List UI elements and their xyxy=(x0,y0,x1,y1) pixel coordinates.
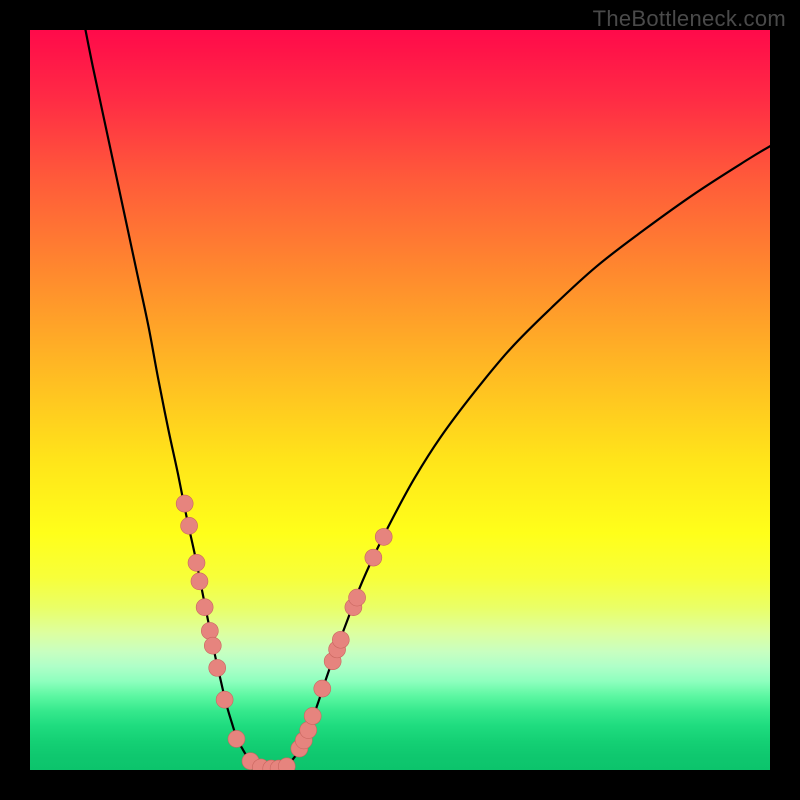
watermark-text: TheBottleneck.com xyxy=(593,6,786,32)
data-dot xyxy=(196,599,213,616)
data-dot xyxy=(314,680,331,697)
left-curve xyxy=(86,30,275,769)
data-dot xyxy=(375,528,392,545)
data-dot xyxy=(188,554,205,571)
data-dot xyxy=(304,707,321,724)
data-dot xyxy=(228,730,245,747)
dots-right-group xyxy=(270,528,392,770)
right-curve xyxy=(274,146,770,768)
data-dot xyxy=(349,589,366,606)
plot-area xyxy=(30,30,770,770)
data-dot xyxy=(365,549,382,566)
data-dot xyxy=(204,637,221,654)
chart-container: TheBottleneck.com xyxy=(0,0,800,800)
data-dot xyxy=(181,517,198,534)
data-dot xyxy=(216,691,233,708)
data-dot xyxy=(209,659,226,676)
data-dot xyxy=(176,495,193,512)
data-dot xyxy=(191,573,208,590)
data-dot xyxy=(201,622,218,639)
chart-svg xyxy=(30,30,770,770)
data-dot xyxy=(332,631,349,648)
